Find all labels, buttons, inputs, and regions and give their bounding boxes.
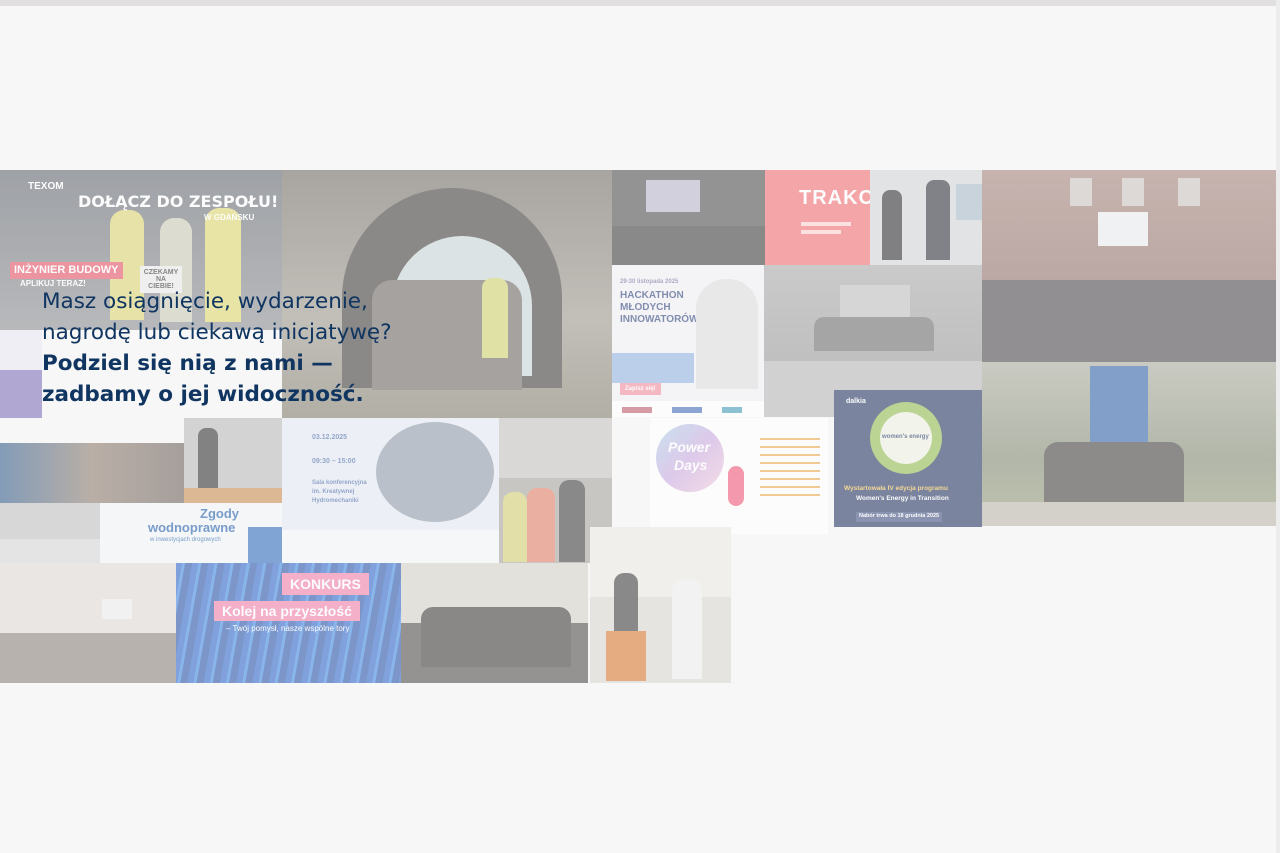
tile-power-days[interactable]: Power Days [650,418,828,534]
lecture-place-2: im. Kreatywnej [312,489,355,495]
tile-lecture-hall[interactable] [0,563,176,683]
tile-wide-platform[interactable] [0,503,100,563]
hackathon-date: 29-30 listopada 2025 [620,279,679,285]
tile-dalkia-womens-energy[interactable]: dalkia women's energy Wystartowała IV ed… [834,390,982,527]
hackathon-signup-button: Zapisz się! [620,383,661,395]
texom-logo: TEXOM [28,181,64,192]
photo-mosaic: TEXOM DOŁĄCZ DO ZESPOŁU! W GDAŃSKU INŻYN… [0,0,1280,853]
konkurs-badge: KONKURS [282,573,369,595]
hackathon-title-3: INNOWATORÓW [620,314,699,325]
texom-location: W GDAŃSKU [204,213,255,222]
hackathon-title-1: HACKATHON [620,290,684,301]
lecture-place-3: Hydromechaniki [312,498,359,504]
zgody-line-1: Zgody [200,506,239,521]
cta-line-3: Podziel się nią z nami — [42,351,333,376]
right-border [1276,0,1280,853]
dalkia-line-1: Wystartowała IV edycja programu [844,485,948,492]
tile-konkurs[interactable]: KONKURS Kolej na przyszłość – Twój pomys… [176,563,401,683]
zgody-line-3: w inwestycjach drogowych [150,537,221,543]
tile-auditorium[interactable] [612,170,765,265]
tile-partner-logos[interactable] [612,403,764,417]
dalkia-deadline: Nabór trwa do 18 grudnia 2025 [856,512,943,522]
tile-university-group[interactable] [982,362,1276,526]
konkurs-title: Kolej na przyszłość [214,601,360,621]
dalkia-logo: dalkia [846,398,866,405]
lecture-date: 03.12.2025 [312,434,348,441]
cta-line-2: nagrodę lub ciekawą inicjatywę? [42,320,392,345]
tile-courtyard-event[interactable] [982,170,1276,362]
womens-energy-logo-text: women's energy [882,434,929,440]
city-illustration [612,353,694,383]
hackathon-title-2: MŁODYCH [620,302,671,313]
texom-role-badge: INŻYNIER BUDOWY [10,262,123,279]
cta-line-1: Masz osiągnięcie, wydarzenie, [42,289,368,314]
tile-lecture-announcement[interactable]: 03.12.2025 09:30 – 15:00 Sala konferency… [282,418,499,563]
tile-zgody-wodnoprawne[interactable]: Zgody wodnoprawne w inwestycjach drogowy… [100,503,282,563]
flamingo-illustration [728,466,744,506]
power-days-title-1: Power [668,439,711,455]
person-hi-vis [482,278,508,358]
lab-photo [376,422,494,522]
power-days-title-2: Days [674,457,708,473]
zgody-line-2: wodnoprawne [148,520,236,535]
cta-line-4: zadbamy o jej widoczność. [42,382,364,407]
tile-model-exhibit[interactable] [0,443,184,503]
trako-logo: TRAKO [799,187,870,209]
lecture-place-1: Sala konferencyjna [312,480,367,486]
tile-city-illustration[interactable] [0,330,42,418]
tile-hackathon[interactable]: 29-30 listopada 2025 HACKATHON MŁODYCH I… [612,265,764,417]
konkurs-subtitle: – Twój pomysł, nasze wspólne tory [226,624,350,633]
tile-platform[interactable] [184,418,282,503]
lecture-time: 09:30 – 15:00 [312,458,356,465]
cta-message: Masz osiągnięcie, wydarzenie, nagrodę lu… [42,286,482,410]
tile-presentation-stand[interactable] [590,527,731,683]
dalkia-line-2: Women's Energy in Transition [856,495,949,502]
tile-trako[interactable]: TRAKO [765,170,870,265]
tile-seminar-room[interactable] [401,563,588,683]
texom-headline: DOŁĄCZ DO ZESPOŁU! [78,192,279,211]
vr-headset-person [696,279,758,389]
tile-conference-speakers[interactable] [870,170,982,265]
